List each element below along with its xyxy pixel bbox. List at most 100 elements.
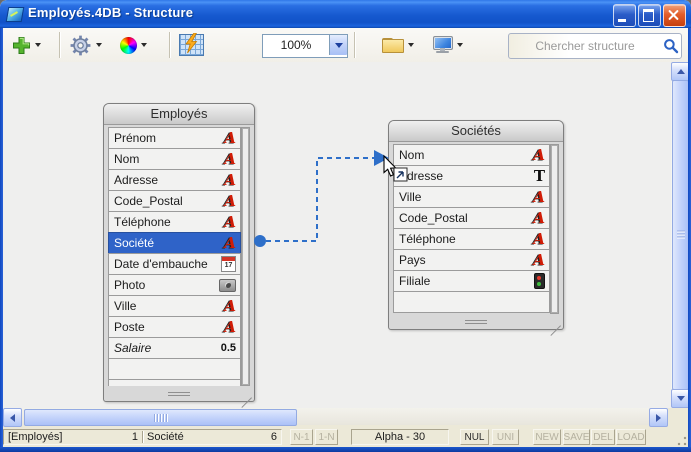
- alpha-type-icon: A: [533, 232, 545, 247]
- alpha-type-icon: A: [533, 253, 545, 268]
- alpha-type-icon: A: [224, 194, 236, 209]
- structure-canvas[interactable]: Employés PrénomANomAAdresseACode_PostalA…: [3, 62, 671, 408]
- field-row[interactable]: NomA: [108, 148, 241, 170]
- field-label: Société: [114, 236, 224, 250]
- field-type-box: Alpha - 30: [351, 429, 449, 445]
- empty-field-row[interactable]: [108, 358, 241, 380]
- date-type-icon: 17: [221, 256, 236, 272]
- chevron-down-icon: [35, 43, 41, 47]
- scroll-left-button[interactable]: [3, 408, 22, 427]
- field-row[interactable]: TéléphoneA: [108, 211, 241, 233]
- resize-grip[interactable]: [677, 436, 687, 446]
- field-row[interactable]: VilleA: [393, 186, 550, 208]
- structure-window: Employés.4DB - Structure: [0, 0, 691, 452]
- 1-n-button[interactable]: 1-N: [315, 429, 338, 445]
- field-row[interactable]: VilleA: [108, 295, 241, 317]
- chevron-up-icon: [677, 69, 685, 74]
- field-row[interactable]: Filiale: [393, 270, 550, 292]
- table-employes[interactable]: Employés PrénomANomAAdresseACode_PostalA…: [103, 103, 255, 402]
- table-societes[interactable]: Sociétés NomAAdresseTVilleACode_PostalAT…: [388, 120, 564, 330]
- horizontal-scrollbar[interactable]: [3, 408, 668, 425]
- save-button[interactable]: SAVE: [563, 429, 590, 445]
- display-mode-button[interactable]: [433, 28, 463, 62]
- horizontal-scrollbar-thumb[interactable]: [24, 409, 297, 426]
- field-row[interactable]: Date d'embauche17: [108, 253, 241, 275]
- chevron-left-icon: [10, 414, 15, 422]
- table-grip[interactable]: [168, 392, 190, 397]
- search-field[interactable]: [508, 33, 682, 59]
- window-border: [0, 447, 691, 452]
- field-row[interactable]: TéléphoneA: [393, 228, 550, 250]
- picture-type-icon: [219, 279, 236, 292]
- chevron-down-icon: [457, 43, 463, 47]
- table-title[interactable]: Employés: [104, 104, 254, 125]
- field-list: PrénomANomAAdresseACode_PostalATéléphone…: [108, 127, 241, 386]
- scroll-right-button[interactable]: [649, 408, 668, 427]
- open-button[interactable]: [382, 28, 414, 62]
- table-scrollbar-thumb[interactable]: [242, 128, 249, 385]
- field-label: Téléphone: [399, 232, 533, 246]
- table-scrollbar[interactable]: [241, 127, 250, 386]
- n-1-button[interactable]: N-1: [290, 429, 313, 445]
- field-row[interactable]: Salaire0.5: [108, 337, 241, 359]
- minimize-button[interactable]: [613, 4, 636, 27]
- field-row[interactable]: AdresseT: [393, 165, 550, 187]
- gear-icon: [69, 34, 92, 57]
- alpha-type-icon: A: [224, 236, 236, 251]
- chevron-down-icon: [335, 43, 343, 48]
- uni-button[interactable]: UNI: [492, 429, 519, 445]
- alpha-type-icon: A: [224, 152, 236, 167]
- field-row[interactable]: NomA: [393, 144, 550, 166]
- toolbar-separator: [59, 32, 60, 58]
- search-button[interactable]: [661, 35, 681, 57]
- nul-button[interactable]: NUL: [460, 429, 489, 445]
- table-scrollbar-thumb[interactable]: [551, 145, 558, 313]
- field-row[interactable]: AdresseA: [108, 169, 241, 191]
- field-row[interactable]: Code_PostalA: [108, 190, 241, 212]
- toolbar: 100%: [3, 28, 688, 63]
- field-row[interactable]: PrénomA: [108, 127, 241, 149]
- title-bar[interactable]: Employés.4DB - Structure: [0, 0, 691, 28]
- field-row[interactable]: SociétéA: [108, 232, 241, 254]
- field-label: Nom: [114, 152, 224, 166]
- alpha-type-icon: A: [533, 211, 545, 226]
- chevron-down-icon: [141, 43, 147, 47]
- zoom-dropdown-button[interactable]: [329, 35, 347, 55]
- new-button[interactable]: NEW: [533, 429, 561, 445]
- color-button[interactable]: [120, 28, 147, 62]
- field-label: Date d'embauche: [114, 257, 221, 271]
- monitor-icon: [433, 36, 453, 54]
- real-type-icon: 0.5: [221, 342, 236, 354]
- zoom-combobox[interactable]: 100%: [262, 34, 348, 58]
- table-resize-handle[interactable]: [550, 325, 561, 336]
- table-title[interactable]: Sociétés: [389, 121, 563, 142]
- field-row[interactable]: Code_PostalA: [393, 207, 550, 229]
- chevron-down-icon: [408, 43, 414, 47]
- display-options-button[interactable]: [69, 28, 102, 62]
- field-number: 6: [271, 431, 277, 443]
- field-row[interactable]: Photo: [108, 274, 241, 296]
- search-input[interactable]: [509, 38, 661, 54]
- table-scrollbar[interactable]: [550, 144, 559, 314]
- vertical-scrollbar[interactable]: [671, 62, 688, 408]
- empty-field-row[interactable]: [393, 291, 550, 313]
- field-label: Poste: [114, 320, 224, 334]
- maximize-button[interactable]: [638, 4, 661, 27]
- field-label: Adresse: [114, 173, 224, 187]
- empty-field-row[interactable]: [108, 379, 241, 386]
- window-title: Employés.4DB - Structure: [28, 5, 193, 20]
- field-row[interactable]: PosteA: [108, 316, 241, 338]
- close-button[interactable]: [663, 4, 686, 27]
- vertical-scrollbar-thumb[interactable]: [672, 80, 689, 390]
- add-table-button[interactable]: [12, 28, 41, 62]
- load-button[interactable]: LOAD: [616, 429, 646, 445]
- status-bar: [Employés] 1 Société 6 Alpha - 30 N-11-N…: [3, 429, 688, 447]
- trigger-button[interactable]: [179, 28, 204, 62]
- field-label: Prénom: [114, 131, 224, 145]
- del-button[interactable]: DEL: [591, 429, 615, 445]
- table-resize-handle[interactable]: [241, 397, 252, 408]
- table-grip[interactable]: [465, 320, 487, 325]
- toolbar-separator: [354, 32, 355, 58]
- table-number: 1: [132, 431, 138, 443]
- field-row[interactable]: PaysA: [393, 249, 550, 271]
